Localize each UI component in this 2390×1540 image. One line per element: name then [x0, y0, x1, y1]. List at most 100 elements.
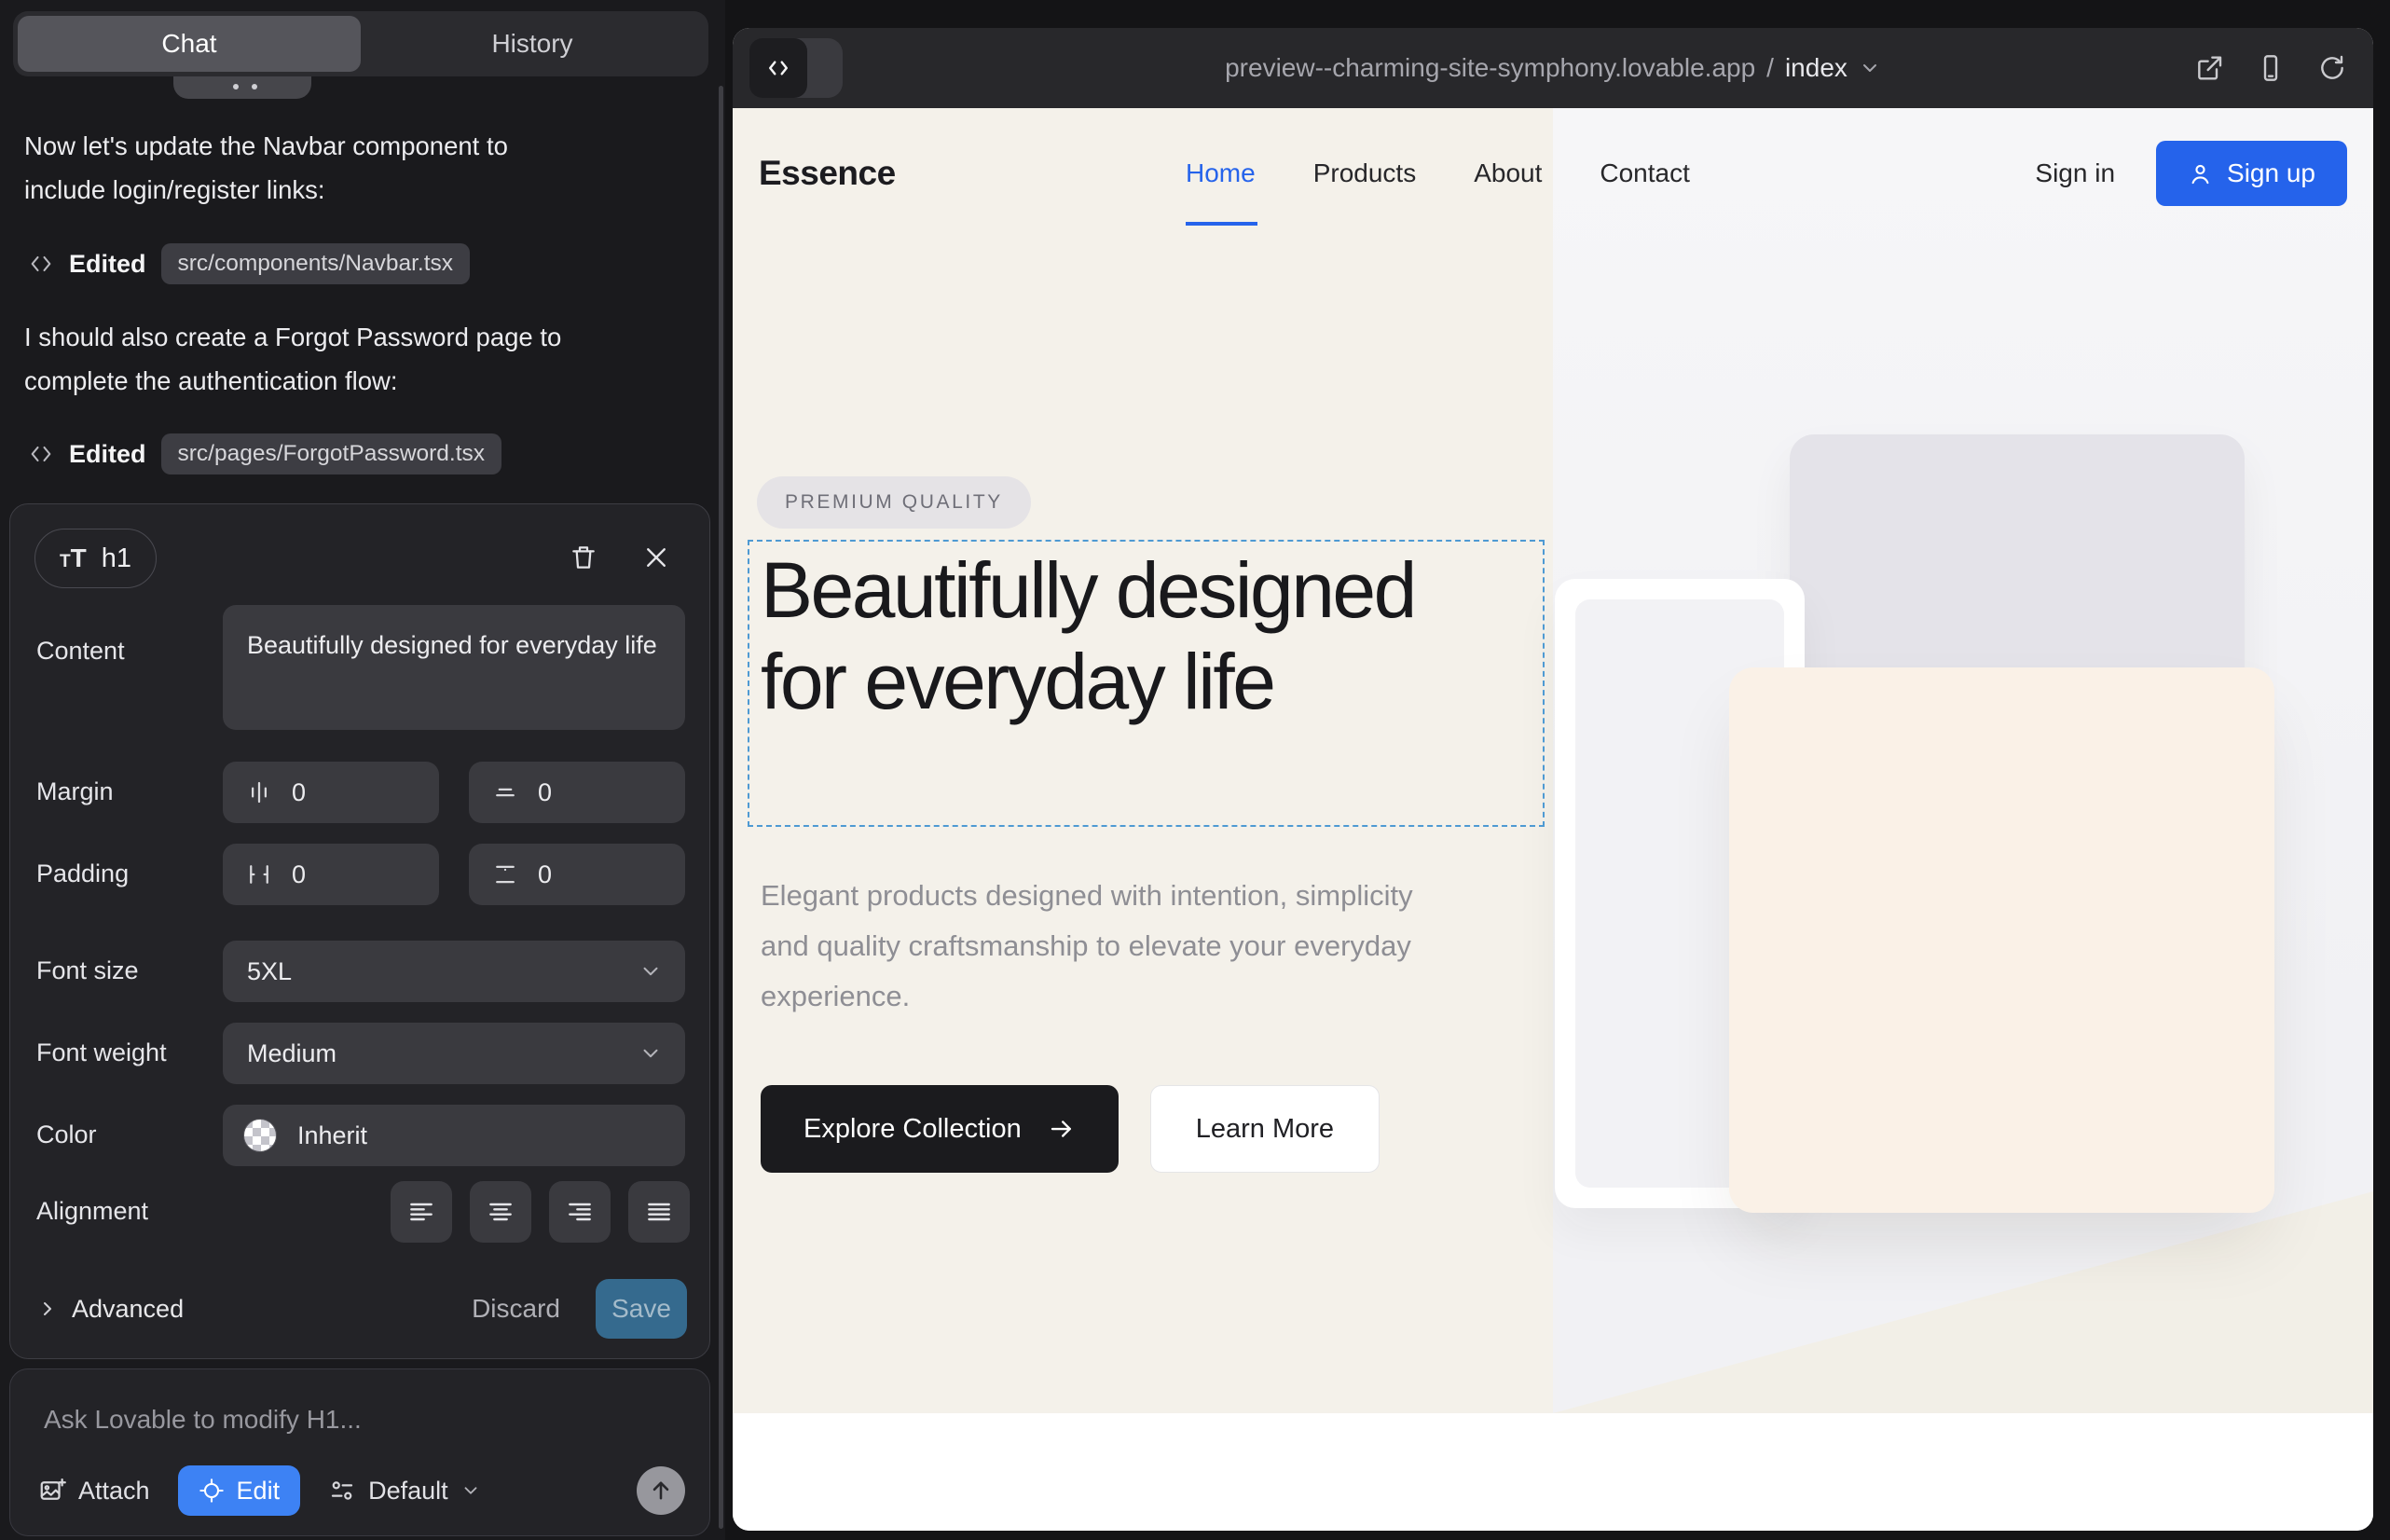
margin-label: Margin	[36, 777, 114, 806]
attach-label: Attach	[78, 1477, 150, 1506]
font-weight-label: Font weight	[36, 1038, 167, 1067]
chevron-down-icon	[639, 1041, 663, 1066]
explore-collection-button[interactable]: Explore Collection	[761, 1085, 1119, 1173]
content-input[interactable]: Beautifully designed for everyday life	[223, 605, 685, 730]
margin-x-input[interactable]: 0	[223, 762, 439, 823]
chevron-down-icon	[639, 959, 663, 983]
align-center-icon	[486, 1197, 515, 1227]
site-navbar: Essence Home Products About Contact Sign…	[733, 108, 2373, 239]
sliders-icon	[328, 1477, 356, 1505]
url-domain: preview--charming-site-symphony.lovable.…	[1225, 53, 1755, 83]
padding-x-input[interactable]: 0	[223, 844, 439, 905]
app-root: Chat History Now let's update the Navbar…	[0, 0, 2390, 1540]
nav-links: Home Products About Contact	[1186, 108, 1690, 239]
discard-button[interactable]: Discard	[472, 1294, 560, 1324]
nav-link-home[interactable]: Home	[1186, 158, 1256, 188]
composer-input[interactable]: Ask Lovable to modify H1...	[44, 1405, 362, 1435]
user-icon	[2188, 161, 2213, 186]
attach-button[interactable]: Attach	[38, 1477, 150, 1506]
chevron-down-icon	[1859, 57, 1881, 79]
chat-message: Now let's update the Navbar component to…	[24, 124, 584, 212]
align-right-icon	[565, 1197, 595, 1227]
alignment-button-group	[391, 1181, 690, 1243]
edited-label: Edited	[69, 250, 146, 279]
element-tag-pill: TT h1	[34, 529, 157, 588]
color-select[interactable]: Inherit	[223, 1105, 685, 1166]
typography-icon: TT	[60, 543, 87, 573]
font-size-value: 5XL	[247, 957, 292, 986]
padding-label: Padding	[36, 859, 129, 888]
learn-more-button[interactable]: Learn More	[1150, 1085, 1380, 1173]
transparent-swatch-icon	[243, 1119, 277, 1152]
sign-up-label: Sign up	[2227, 158, 2315, 188]
align-center-button[interactable]	[470, 1181, 531, 1243]
sign-in-link[interactable]: Sign in	[2035, 158, 2115, 188]
chat-scrollbar[interactable]	[719, 86, 723, 1529]
file-path-badge[interactable]: src/components/Navbar.tsx	[161, 243, 470, 284]
color-value: Inherit	[297, 1121, 367, 1150]
save-button[interactable]: Save	[596, 1279, 687, 1339]
align-right-button[interactable]	[549, 1181, 611, 1243]
padding-vertical-icon	[491, 860, 519, 888]
composer-toolbar: Attach Edit Default	[38, 1464, 685, 1517]
font-weight-select[interactable]: Medium	[223, 1023, 685, 1084]
edited-file-row: Edited src/pages/ForgotPassword.tsx	[28, 433, 501, 475]
padding-x-value: 0	[292, 860, 306, 889]
alignment-label: Alignment	[36, 1197, 148, 1226]
url-bar[interactable]: preview--charming-site-symphony.lovable.…	[733, 28, 2373, 108]
tab-chat[interactable]: Chat	[18, 16, 361, 72]
edited-label: Edited	[69, 440, 146, 469]
left-sidebar: Chat History Now let's update the Navbar…	[0, 0, 725, 1540]
advanced-label: Advanced	[72, 1295, 184, 1324]
scrolled-pill	[173, 76, 311, 99]
trash-icon	[569, 543, 598, 572]
open-external-button[interactable]	[2194, 53, 2224, 83]
align-left-button[interactable]	[391, 1181, 452, 1243]
site-logo[interactable]: Essence	[759, 108, 896, 239]
hero-cta-row: Explore Collection Learn More	[761, 1085, 1380, 1173]
send-button[interactable]	[637, 1466, 685, 1515]
pill-dot	[233, 84, 239, 89]
align-justify-button[interactable]	[628, 1181, 690, 1243]
margin-x-value: 0	[292, 778, 306, 807]
close-icon	[642, 543, 670, 571]
advanced-toggle[interactable]: Advanced	[36, 1295, 184, 1324]
padding-y-input[interactable]: 0	[469, 844, 685, 905]
mobile-view-button[interactable]	[2256, 53, 2286, 83]
mode-select[interactable]: Default	[328, 1477, 481, 1506]
content-label: Content	[36, 637, 125, 666]
edit-label: Edit	[237, 1477, 281, 1506]
padding-y-value: 0	[538, 860, 552, 889]
arrow-up-icon	[648, 1478, 674, 1504]
margin-y-input[interactable]: 0	[469, 762, 685, 823]
hero-badge: PREMIUM QUALITY	[757, 476, 1031, 529]
chat-message: I should also create a Forgot Password p…	[24, 315, 584, 403]
element-editor-panel: TT h1 Content Beautifully designed for e…	[9, 503, 710, 1359]
chat-composer: Ask Lovable to modify H1... Attach Edit	[9, 1368, 710, 1536]
nav-link-contact[interactable]: Contact	[1600, 158, 1690, 188]
color-label: Color	[36, 1121, 97, 1149]
edit-mode-button[interactable]: Edit	[178, 1465, 301, 1516]
nav-link-about[interactable]: About	[1474, 158, 1542, 188]
font-size-label: Font size	[36, 956, 139, 985]
hero-description: Elegant products designed with intention…	[761, 871, 1413, 1022]
chevron-right-icon	[36, 1298, 59, 1320]
delete-element-button[interactable]	[566, 540, 601, 575]
browser-actions	[2194, 28, 2347, 108]
pill-dot	[252, 84, 257, 89]
nav-auth: Sign in Sign up	[2035, 108, 2347, 239]
margin-horizontal-icon	[245, 778, 273, 806]
hero-heading[interactable]: Beautifully designed for everyday life	[761, 544, 1497, 727]
url-separator: /	[1766, 53, 1774, 83]
align-left-icon	[406, 1197, 436, 1227]
sign-up-button[interactable]: Sign up	[2156, 141, 2347, 206]
tab-history[interactable]: History	[361, 16, 704, 72]
refresh-button[interactable]	[2317, 53, 2347, 83]
target-icon	[199, 1478, 225, 1504]
padding-horizontal-icon	[245, 860, 273, 888]
nav-link-products[interactable]: Products	[1313, 158, 1417, 188]
code-icon	[28, 441, 54, 467]
close-editor-button[interactable]	[639, 540, 674, 575]
font-size-select[interactable]: 5XL	[223, 941, 685, 1002]
file-path-badge[interactable]: src/pages/ForgotPassword.tsx	[161, 433, 502, 474]
